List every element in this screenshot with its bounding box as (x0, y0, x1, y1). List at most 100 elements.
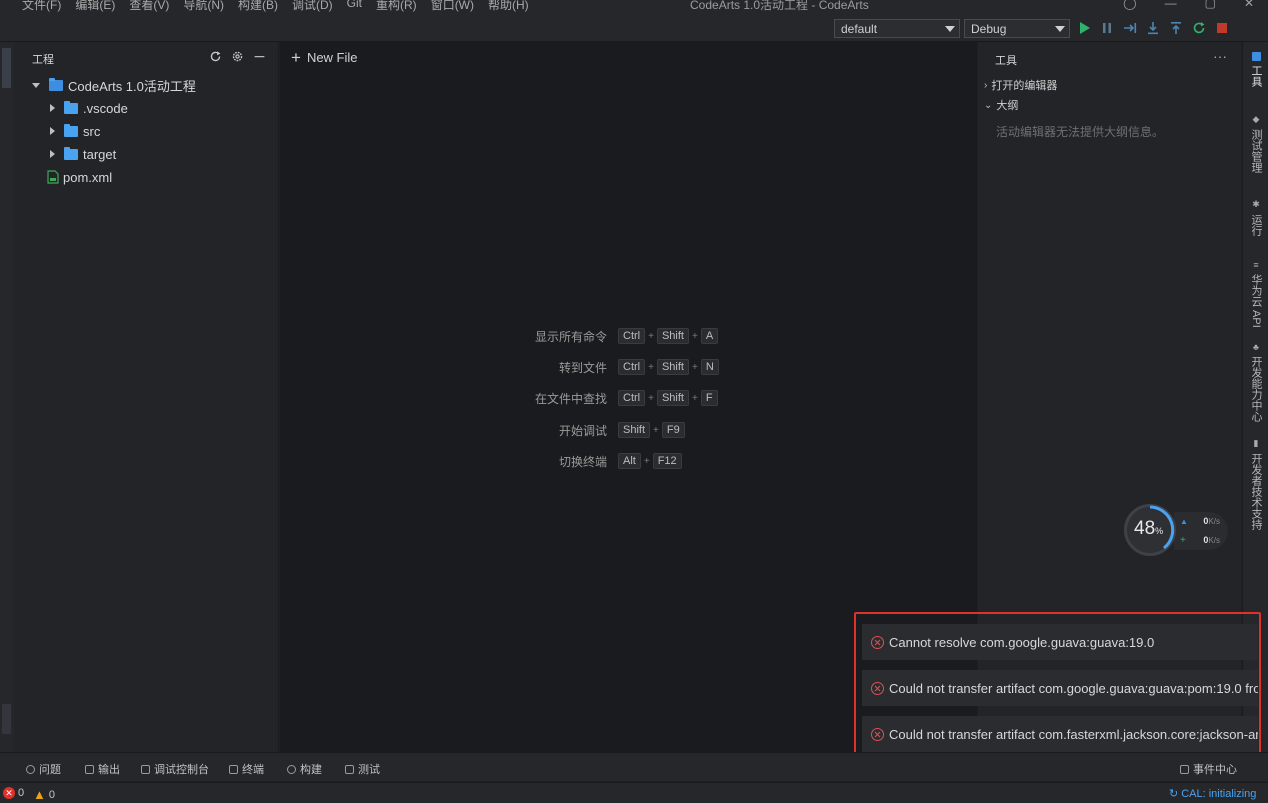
menu-file[interactable]: 文件(F) (22, 0, 61, 13)
step-out-icon[interactable] (1168, 20, 1184, 36)
project-icon (49, 77, 63, 91)
flask-icon: ◆ (1252, 114, 1260, 124)
tree-root-label: CodeArts 1.0活动工程 (68, 78, 196, 94)
outline-empty-message: 活动编辑器无法提供大纲信息。 (996, 125, 1165, 139)
menu-build[interactable]: 构建(B) (238, 0, 278, 13)
tab-developer-support[interactable]: ▮ 开发者技术支持 (1243, 438, 1268, 530)
tab-label: 开发能力中心 (1250, 356, 1262, 422)
plus-sign: + (643, 455, 650, 467)
maximize-icon[interactable]: ▢ (1205, 0, 1216, 10)
menu-git[interactable]: Git (347, 0, 362, 13)
shortcut-row: 开始调试 Shift + F9 (280, 421, 977, 439)
plus-sign: + (648, 361, 654, 373)
more-icon[interactable]: ··· (1213, 48, 1227, 64)
menu-view[interactable]: 查看(V) (129, 0, 169, 13)
menu-window[interactable]: 窗口(W) (431, 0, 474, 13)
tab-huawei-cloud-api[interactable]: ≡ 华为云 API (1243, 260, 1268, 328)
menu-debug[interactable]: 调试(D) (292, 0, 333, 13)
gear-icon[interactable] (231, 50, 244, 63)
tree-item-vscode[interactable]: .vscode (50, 97, 128, 119)
chevron-right-icon (50, 150, 55, 158)
new-file-button[interactable]: + New File (291, 47, 358, 67)
tab-label: 华为云 API (1250, 274, 1262, 328)
tab-test[interactable]: 测试 (345, 761, 380, 777)
mode-select[interactable]: Debug (964, 19, 1070, 38)
shortcut-row: 在文件中查找 Ctrl + Shift + F (280, 389, 977, 407)
event-center-label: 事件中心 (1193, 764, 1237, 776)
warning-count-value: 0 (48, 788, 55, 801)
tab-label: 终端 (242, 764, 264, 776)
tree-root[interactable]: CodeArts 1.0活动工程 (32, 74, 196, 96)
plus-icon: + (291, 47, 301, 67)
pause-icon[interactable] (1099, 20, 1115, 36)
account-icon[interactable]: ◯ (1123, 0, 1136, 10)
stop-icon[interactable] (1214, 20, 1230, 36)
bug-icon: ✱ (1252, 199, 1260, 209)
minimize-icon[interactable]: — (1165, 0, 1177, 10)
toolbar: default Debug (0, 14, 1268, 42)
shortcut-label: 在文件中查找 (534, 391, 607, 406)
structure-tab[interactable] (2, 704, 11, 734)
tab-run[interactable]: ✱ 运行 (1243, 199, 1268, 236)
tree-item-src[interactable]: src (50, 120, 100, 142)
key-cap: Shift (656, 390, 689, 406)
step-over-icon[interactable] (1122, 20, 1138, 36)
section-open-editors[interactable]: › 打开的编辑器 (984, 77, 1057, 93)
test-icon (345, 764, 354, 774)
tab-dev-capability-center[interactable]: ♣ 开发能力中心 (1243, 342, 1268, 422)
project-tab[interactable] (2, 48, 11, 88)
key-cap: F (700, 390, 718, 406)
section-outline[interactable]: ⌄ 大纲 (984, 97, 1018, 113)
new-file-label: New File (306, 50, 358, 65)
tree-item-label: pom.xml (63, 169, 113, 185)
shortcut-keys: Shift + F9 (618, 422, 685, 438)
folder-icon (64, 146, 78, 160)
tab-debug-console[interactable]: 调试控制台 (141, 761, 209, 777)
refresh-icon[interactable] (209, 50, 222, 63)
plus-sign: + (648, 330, 654, 342)
menu-navigate[interactable]: 导航(N) (183, 0, 224, 13)
plus-sign: + (648, 392, 654, 404)
menu-help[interactable]: 帮助(H) (488, 0, 529, 13)
percent-value: 48 (1134, 518, 1156, 539)
profile-select[interactable]: default (834, 19, 960, 38)
key-cap: F12 (652, 453, 682, 469)
close-icon[interactable]: ✕ (1244, 0, 1254, 10)
tab-problems[interactable]: 问题 (26, 761, 61, 777)
key-cap: N (700, 359, 719, 375)
sync-icon: ↻ (1169, 788, 1179, 800)
download-unit: K/s (1208, 536, 1220, 545)
tab-build[interactable]: 构建 (287, 761, 322, 777)
warning-count[interactable]: ▲ 0 (33, 787, 55, 802)
cal-status[interactable]: ↻ CAL: initializing (1169, 787, 1257, 801)
plus-sign: + (691, 392, 698, 404)
problems-icon (26, 764, 35, 774)
menu-refactor[interactable]: 重构(R) (376, 0, 417, 13)
restart-icon[interactable] (1191, 20, 1207, 36)
title-bar: 文件(F) 编辑(E) 查看(V) 导航(N) 构建(B) 调试(D) Git … (0, 0, 1268, 14)
error-icon: ✕ (3, 787, 15, 799)
folder-icon (64, 100, 78, 114)
tree-item-target[interactable]: target (50, 143, 116, 165)
menu-edit[interactable]: 编辑(E) (75, 0, 115, 13)
download-plus-icon: + (1180, 535, 1186, 546)
shortcut-row: 转到文件 Ctrl + Shift + N (280, 358, 977, 376)
chevron-right-icon (50, 127, 55, 135)
tab-tools[interactable]: 工具 (1243, 52, 1268, 87)
collapse-icon[interactable] (253, 50, 266, 63)
event-center-button[interactable]: 事件中心 (1180, 761, 1237, 777)
network-speed-widget[interactable]: ▲ 0K/s + 0K/s 48% (1124, 504, 1228, 556)
tab-output[interactable]: 输出 (85, 761, 120, 777)
tab-label: 测试 (358, 764, 380, 776)
key-cap: Ctrl (618, 359, 646, 375)
error-count[interactable]: ✕ 0 (3, 787, 24, 799)
tab-test-management[interactable]: ◆ 测试管理 (1243, 114, 1268, 173)
step-into-icon[interactable] (1145, 20, 1161, 36)
tab-label: 测试管理 (1250, 129, 1262, 173)
run-icon[interactable] (1077, 20, 1093, 36)
cal-status-label: CAL: initializing (1181, 787, 1257, 800)
download-rate: 0K/s (1203, 535, 1220, 545)
tree-item-pom[interactable]: pom.xml (47, 166, 112, 188)
support-icon: ▮ (1253, 438, 1259, 448)
tab-terminal[interactable]: 终端 (229, 761, 264, 777)
